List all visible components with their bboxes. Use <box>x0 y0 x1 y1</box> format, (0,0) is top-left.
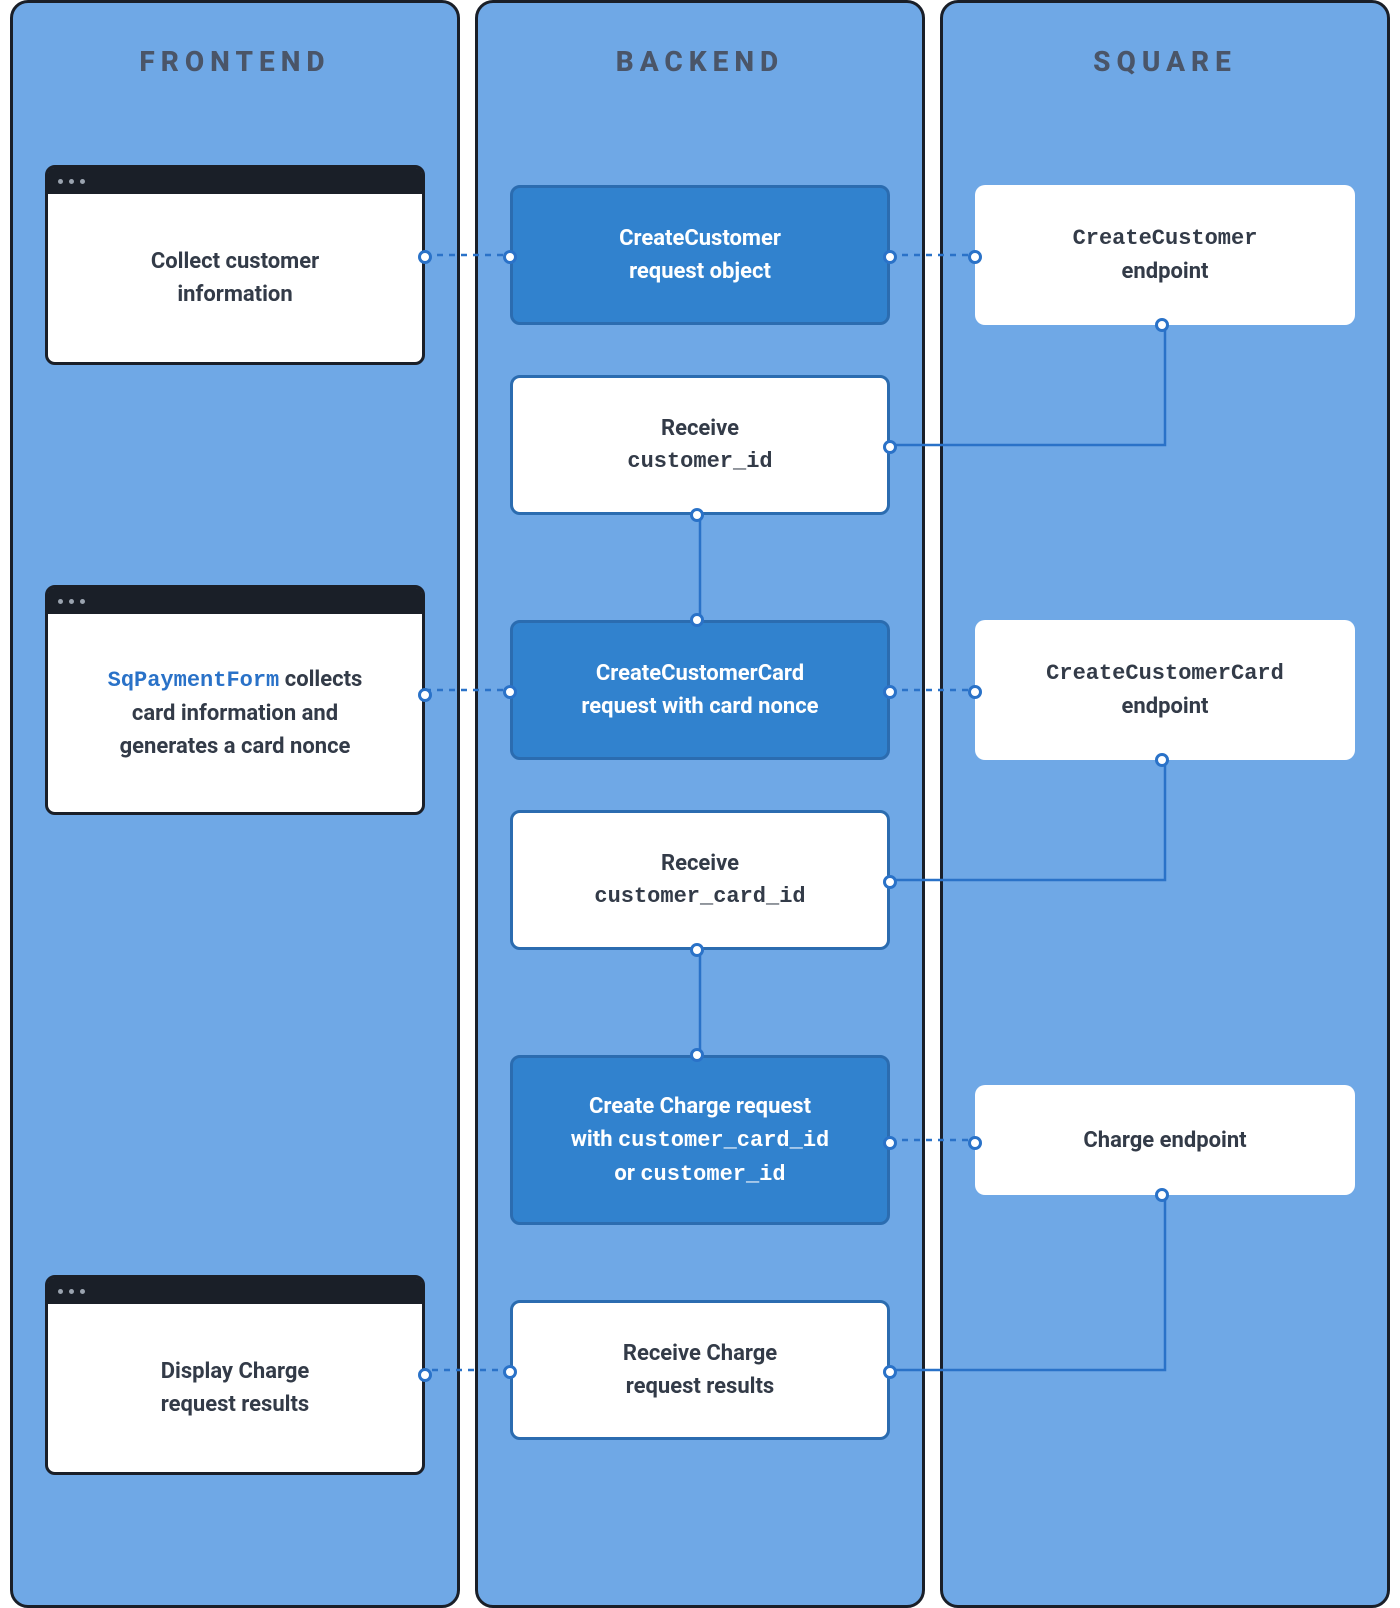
node-text: Receive <box>661 847 739 880</box>
node-text: card information and <box>132 697 338 730</box>
node-text: request results <box>161 1388 309 1421</box>
port-icon <box>503 1365 517 1379</box>
port-icon <box>503 685 517 699</box>
port-icon <box>418 1368 432 1382</box>
node-text: endpoint <box>1122 255 1209 288</box>
node-collect-customer-info: Collect customer information <box>45 165 425 365</box>
code-token: CreateCustomerCard <box>1046 657 1284 690</box>
port-icon <box>1155 1188 1169 1202</box>
node-text: generates a card nonce <box>120 730 351 763</box>
port-icon <box>883 250 897 264</box>
window-titlebar <box>48 1278 422 1304</box>
column-title-backend: BACKEND <box>478 45 922 78</box>
node-charge-endpoint: Charge endpoint <box>975 1085 1355 1195</box>
node-receive-charge-results: Receive Charge request results <box>510 1300 890 1440</box>
node-display-charge-results: Display Charge request results <box>45 1275 425 1475</box>
port-icon <box>883 685 897 699</box>
node-text: Charge endpoint <box>1083 1124 1246 1157</box>
node-text: CreateCustomer <box>619 222 781 255</box>
port-icon <box>1155 753 1169 767</box>
node-text: Create Charge request <box>589 1090 811 1123</box>
code-token: SqPaymentForm <box>108 668 280 693</box>
port-icon <box>418 250 432 264</box>
node-create-customer-endpoint: CreateCustomer endpoint <box>975 185 1355 325</box>
node-text: request results <box>626 1370 774 1403</box>
column-title-frontend: FRONTEND <box>13 45 457 78</box>
node-sqpaymentform: SqPaymentForm collects card information … <box>45 585 425 815</box>
port-icon <box>1155 318 1169 332</box>
port-icon <box>418 688 432 702</box>
window-titlebar <box>48 168 422 194</box>
node-create-charge-request: Create Charge request with customer_card… <box>510 1055 890 1225</box>
port-icon <box>968 1136 982 1150</box>
node-text: request with card nonce <box>581 690 818 723</box>
node-text: with customer_card_id <box>571 1123 829 1157</box>
node-text: CreateCustomerCard <box>596 657 804 690</box>
port-icon <box>503 250 517 264</box>
port-icon <box>968 685 982 699</box>
node-text: Receive Charge <box>623 1337 777 1370</box>
port-icon <box>968 250 982 264</box>
diagram-stage: FRONTEND BACKEND SQUARE Colle <box>0 0 1400 1608</box>
node-text: SqPaymentForm collects <box>108 663 363 697</box>
column-title-square: SQUARE <box>943 45 1387 78</box>
node-text: request object <box>629 255 771 288</box>
node-text: information <box>177 278 292 311</box>
code-token: customer_id <box>640 1162 785 1187</box>
port-icon <box>690 613 704 627</box>
node-receive-customer-id: Receive customer_id <box>510 375 890 515</box>
node-create-customer-card-endpoint: CreateCustomerCard endpoint <box>975 620 1355 760</box>
node-create-customer-request: CreateCustomer request object <box>510 185 890 325</box>
port-icon <box>883 875 897 889</box>
code-token: customer_id <box>627 445 772 478</box>
port-icon <box>690 1048 704 1062</box>
node-text: or customer_id <box>614 1157 785 1191</box>
node-text: Collect customer <box>151 245 319 278</box>
node-receive-customer-card-id: Receive customer_card_id <box>510 810 890 950</box>
node-text: endpoint <box>1122 690 1209 723</box>
window-titlebar <box>48 588 422 614</box>
code-token: customer_card_id <box>594 880 805 913</box>
port-icon <box>883 440 897 454</box>
code-token: customer_card_id <box>618 1128 829 1153</box>
port-icon <box>690 943 704 957</box>
port-icon <box>690 508 704 522</box>
code-token: CreateCustomer <box>1073 222 1258 255</box>
node-text: Receive <box>661 412 739 445</box>
node-text: Display Charge <box>161 1355 310 1388</box>
port-icon <box>883 1365 897 1379</box>
port-icon <box>883 1136 897 1150</box>
node-create-customer-card-request: CreateCustomerCard request with card non… <box>510 620 890 760</box>
